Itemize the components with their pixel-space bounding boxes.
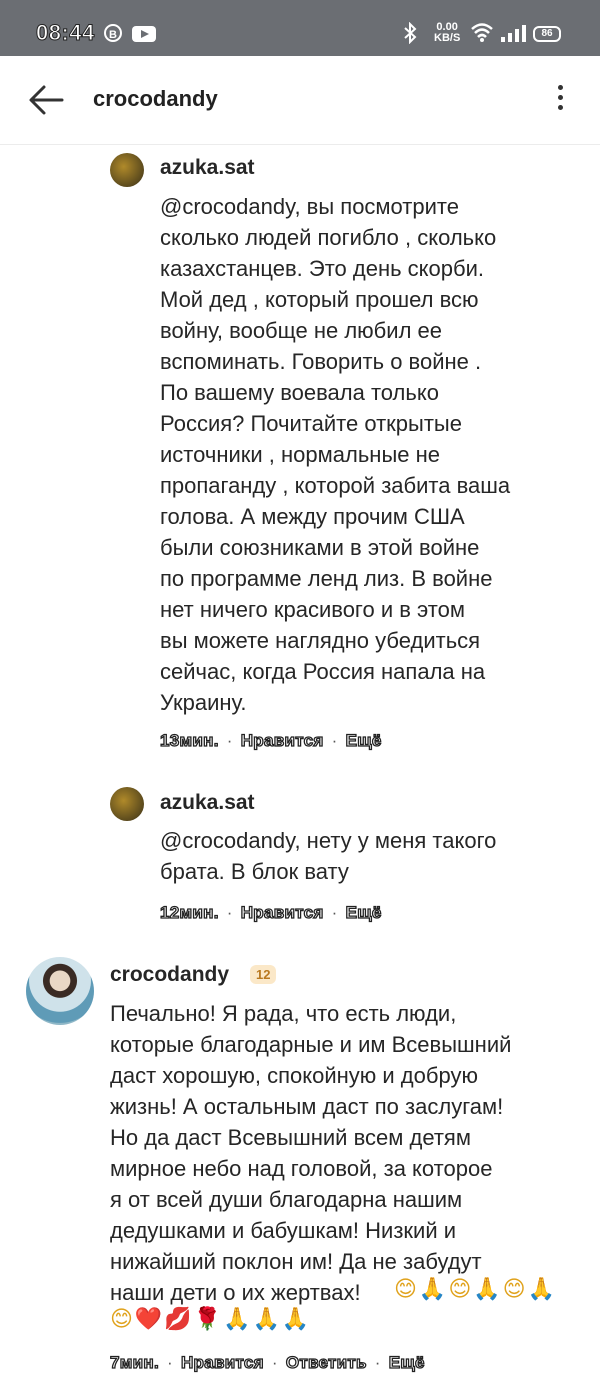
comment-text: @crocodandy, нету у меня такого брата. В… xyxy=(160,828,497,884)
comment-username[interactable]: azuka.sat xyxy=(160,791,255,815)
comment-emoji-line: 😊❤️💋🌹🙏🙏🙏 xyxy=(110,1307,312,1332)
like-button[interactable]: Нравится xyxy=(240,730,324,751)
avatar[interactable] xyxy=(110,153,144,187)
more-button[interactable]: Ещё xyxy=(388,1352,425,1373)
net-speed: 0.00 KB/S xyxy=(434,22,460,44)
back-button[interactable] xyxy=(26,80,66,120)
like-button[interactable]: Нравится xyxy=(240,902,324,923)
comment-time: 13мин. xyxy=(159,730,219,750)
like-button[interactable]: Нравится xyxy=(180,1352,264,1373)
youtube-icon xyxy=(132,26,156,42)
comment-meta: 13мин. · Нравится · Ещё xyxy=(159,730,382,751)
wifi-icon xyxy=(470,22,494,47)
more-options-button[interactable] xyxy=(548,80,572,120)
status-time: 08:44 xyxy=(36,20,95,46)
avatar[interactable] xyxy=(110,787,144,821)
vertical-dots-icon xyxy=(557,85,563,90)
avatar[interactable] xyxy=(26,957,94,1025)
net-speed-unit: KB/S xyxy=(434,32,461,44)
comment-emoji-line: 😊🙏😊🙏😊🙏 xyxy=(394,1277,557,1302)
app-header: crocodandy xyxy=(0,56,600,145)
comment-text: @crocodandy, вы посмотрите сколько людей… xyxy=(160,194,511,715)
bluetooth-icon xyxy=(402,21,418,50)
comment-meta: 12мин. · Нравится · Ещё xyxy=(159,902,382,923)
b-icon: B xyxy=(104,24,122,42)
status-bar: 08:44 B 0.00 KB/S 86 xyxy=(0,0,600,56)
more-button[interactable]: Ещё xyxy=(345,730,382,751)
comment-username[interactable]: azuka.sat xyxy=(160,156,255,180)
comment-time: 7мин. xyxy=(109,1352,159,1372)
signal-icon xyxy=(500,24,526,47)
page-title: crocodandy xyxy=(93,86,218,111)
arrow-left-icon xyxy=(29,85,64,115)
level-badge: 12 xyxy=(250,965,277,984)
comment-time: 12мин. xyxy=(159,902,219,922)
comment-meta: 7мин. · Нравится · Ответить · Ещё xyxy=(109,1352,425,1373)
comment-text: Печально! Я рада, что есть люди, которые… xyxy=(110,1001,512,1305)
more-button[interactable]: Ещё xyxy=(345,902,382,923)
reply-button[interactable]: Ответить xyxy=(285,1352,367,1373)
comment-username[interactable]: crocodandy xyxy=(110,963,229,987)
battery-icon: 86 xyxy=(533,26,561,42)
